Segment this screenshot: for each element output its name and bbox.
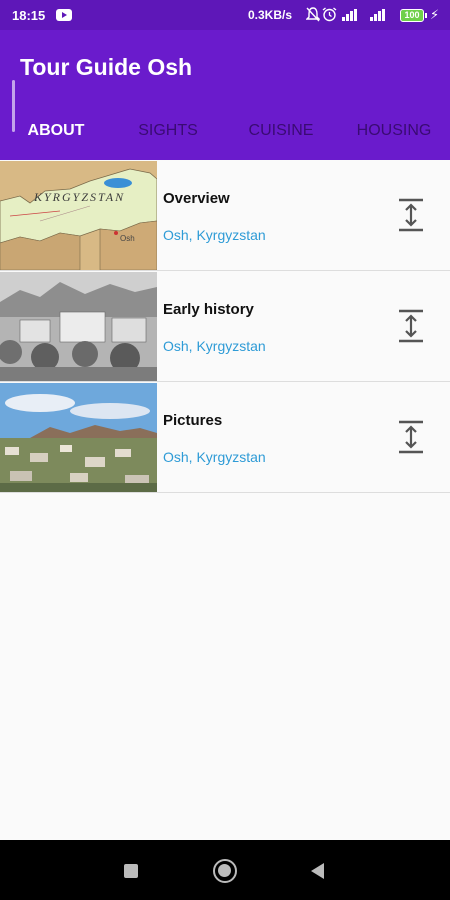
signal-icon (342, 9, 358, 21)
list-item-pictures[interactable]: Pictures Osh, Kyrgyzstan (0, 382, 450, 493)
item-subtitle: Osh, Kyrgyzstan (163, 338, 266, 354)
item-title: Overview (163, 190, 230, 207)
tab-bar: ABOUT SIGHTS CUISINE HOUSING (0, 115, 450, 160)
tab-about[interactable]: ABOUT (0, 115, 112, 160)
network-speed: 0.3KB/s (248, 8, 293, 22)
status-time: 18:15 (12, 8, 46, 23)
map-city-label: Osh (120, 234, 135, 243)
expand-icon[interactable] (396, 309, 426, 343)
expand-icon[interactable] (396, 198, 426, 232)
youtube-icon (56, 9, 72, 21)
app-title: Tour Guide Osh (20, 54, 193, 80)
thumbnail-city-panorama (0, 383, 157, 492)
app-bar: Tour Guide Osh ABOUT SIGHTS CUISINE HOUS… (0, 30, 450, 160)
status-bar: 18:15 0.3KB/s 100 ⚡ (0, 0, 450, 30)
home-icon[interactable] (213, 859, 237, 883)
map-country-label: KYRGYZSTAN (33, 190, 125, 204)
signal-4g-icon (370, 9, 386, 21)
tab-cuisine[interactable]: CUISINE (225, 115, 337, 160)
content-list: KYRGYZSTAN Osh Overview Osh, Kyrgyzstan (0, 160, 450, 493)
recent-apps-icon[interactable] (124, 864, 138, 878)
expand-icon[interactable] (396, 420, 426, 454)
mute-icon (305, 7, 321, 25)
tab-housing[interactable]: HOUSING (338, 115, 450, 160)
list-item-overview[interactable]: KYRGYZSTAN Osh Overview Osh, Kyrgyzstan (0, 160, 450, 271)
thumbnail-map: KYRGYZSTAN Osh (0, 161, 157, 270)
item-subtitle: Osh, Kyrgyzstan (163, 449, 266, 465)
navigation-bar (0, 840, 450, 900)
thumbnail-historic-photo (0, 272, 157, 381)
tab-sights[interactable]: SIGHTS (112, 115, 224, 160)
item-title: Pictures (163, 412, 223, 429)
battery-level: 100 (404, 10, 420, 20)
alarm-icon (322, 7, 337, 25)
item-title: Early history (163, 301, 254, 318)
list-item-early-history[interactable]: Early history Osh, Kyrgyzstan (0, 271, 450, 382)
back-icon[interactable] (311, 863, 324, 879)
battery-icon: 100 (400, 9, 427, 22)
item-subtitle: Osh, Kyrgyzstan (163, 227, 266, 243)
charging-icon: ⚡ (430, 7, 440, 22)
